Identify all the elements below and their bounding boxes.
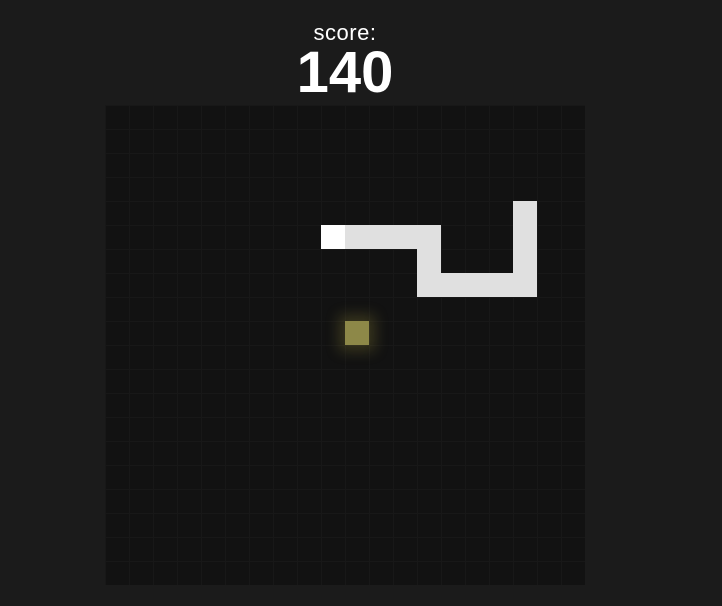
snake-segment <box>417 225 441 249</box>
food-pellet <box>345 321 369 345</box>
snake-segment <box>369 225 393 249</box>
snake-segment <box>513 249 537 273</box>
game-board[interactable] <box>105 105 585 585</box>
snake-segment <box>417 273 441 297</box>
snake-segment <box>417 249 441 273</box>
snake-segment <box>513 225 537 249</box>
snake-segment <box>345 225 369 249</box>
score-value: 140 <box>296 40 394 105</box>
snake-segment <box>489 273 513 297</box>
snake-segment <box>513 201 537 225</box>
snake-head <box>321 225 345 249</box>
snake-segment <box>393 225 417 249</box>
snake-segment <box>441 273 465 297</box>
snake-segment <box>513 273 537 297</box>
snake-segment <box>465 273 489 297</box>
